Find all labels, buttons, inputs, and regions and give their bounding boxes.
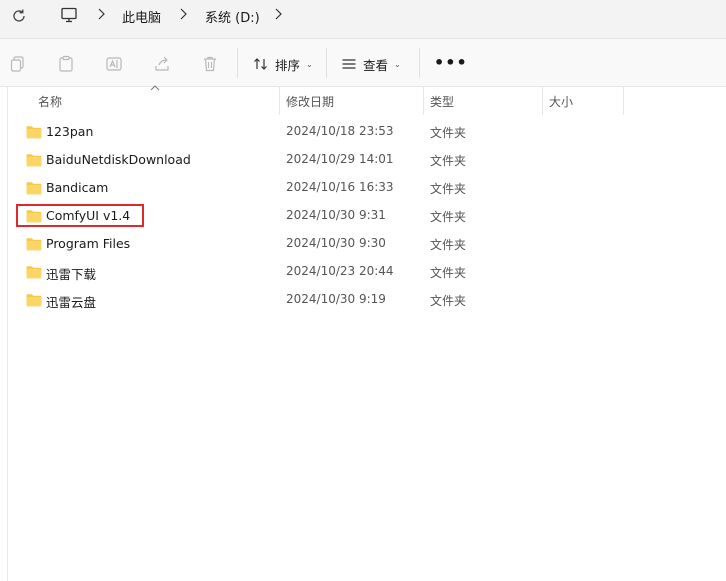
view-button[interactable]: 查看 ⌄ bbox=[341, 54, 401, 74]
chevron-right-icon[interactable] bbox=[178, 7, 188, 21]
sort-icon bbox=[254, 58, 267, 70]
file-name: 迅雷下载 bbox=[46, 267, 97, 282]
file-type: 文件夹 bbox=[430, 126, 467, 140]
file-row[interactable]: 迅雷云盘 2024/10/30 9:19 文件夹 bbox=[0, 286, 726, 314]
toolbar-divider bbox=[237, 48, 238, 78]
file-name: 迅雷云盘 bbox=[46, 295, 97, 310]
breadcrumb-this-pc[interactable]: 此电脑 bbox=[122, 7, 161, 26]
folder-icon bbox=[26, 266, 42, 279]
breadcrumb-drive-d[interactable]: 系统 (D:) bbox=[205, 7, 260, 26]
column-resize-handle[interactable] bbox=[542, 87, 543, 115]
delete-icon[interactable] bbox=[201, 55, 219, 73]
folder-icon bbox=[26, 154, 42, 167]
share-icon[interactable] bbox=[153, 55, 171, 73]
file-type: 文件夹 bbox=[430, 182, 467, 196]
this-pc-icon[interactable] bbox=[60, 6, 78, 24]
file-modified: 2024/10/23 20:44 bbox=[286, 264, 394, 278]
file-row[interactable]: 123pan 2024/10/18 23:53 文件夹 bbox=[0, 118, 726, 146]
folder-icon bbox=[26, 126, 42, 139]
file-type: 文件夹 bbox=[430, 154, 467, 168]
column-header-type[interactable]: 类型 bbox=[430, 93, 454, 110]
column-resize-handle[interactable] bbox=[423, 87, 424, 115]
folder-icon bbox=[26, 294, 42, 307]
chevron-down-icon: ⌄ bbox=[306, 59, 313, 69]
column-header-name[interactable]: 名称 bbox=[38, 93, 62, 110]
sort-ascending-icon bbox=[150, 85, 160, 91]
file-modified: 2024/10/30 9:19 bbox=[286, 292, 386, 306]
toolbar-divider bbox=[326, 48, 327, 78]
refresh-icon[interactable] bbox=[10, 7, 28, 25]
sort-button[interactable]: 排序 ⌄ bbox=[253, 54, 313, 74]
toolbar-divider bbox=[419, 48, 420, 78]
address-bar: 此电脑 系统 (D:) bbox=[0, 0, 726, 39]
file-type: 文件夹 bbox=[430, 238, 467, 252]
file-type: 文件夹 bbox=[430, 210, 467, 224]
file-type: 文件夹 bbox=[430, 266, 467, 280]
file-row[interactable]: Bandicam 2024/10/16 16:33 文件夹 bbox=[0, 174, 726, 202]
more-options-button[interactable]: ••• bbox=[434, 53, 468, 72]
file-name: 123pan bbox=[46, 124, 94, 139]
chevron-right-icon[interactable] bbox=[273, 7, 283, 21]
file-row[interactable]: Program Files 2024/10/30 9:30 文件夹 bbox=[0, 230, 726, 258]
file-row[interactable]: BaiduNetdiskDownload 2024/10/29 14:01 文件… bbox=[0, 146, 726, 174]
paste-icon[interactable] bbox=[57, 55, 75, 73]
chevron-right-icon[interactable] bbox=[96, 7, 106, 21]
file-name: BaiduNetdiskDownload bbox=[46, 152, 191, 167]
copy-icon[interactable] bbox=[9, 55, 27, 73]
file-modified: 2024/10/18 23:53 bbox=[286, 124, 394, 138]
file-modified: 2024/10/30 9:31 bbox=[286, 208, 386, 222]
folder-icon bbox=[26, 182, 42, 195]
file-row[interactable]: 迅雷下载 2024/10/23 20:44 文件夹 bbox=[0, 258, 726, 286]
column-resize-handle[interactable] bbox=[279, 87, 280, 115]
highlight-annotation bbox=[16, 204, 144, 227]
sort-label: 排序 bbox=[275, 57, 301, 73]
command-bar: 排序 ⌄ 查看 ⌄ ••• bbox=[0, 39, 726, 87]
column-resize-handle[interactable] bbox=[623, 87, 624, 115]
file-name: Bandicam bbox=[46, 180, 109, 195]
rename-icon[interactable] bbox=[105, 55, 123, 73]
view-label: 查看 bbox=[363, 57, 389, 73]
file-type: 文件夹 bbox=[430, 294, 467, 308]
column-header-modified[interactable]: 修改日期 bbox=[286, 93, 334, 110]
file-modified: 2024/10/30 9:30 bbox=[286, 236, 386, 250]
column-headers: 名称 修改日期 类型 大小 bbox=[0, 85, 726, 115]
chevron-down-icon: ⌄ bbox=[394, 59, 401, 69]
column-header-size[interactable]: 大小 bbox=[549, 93, 573, 110]
folder-icon bbox=[26, 238, 42, 251]
file-modified: 2024/10/16 16:33 bbox=[286, 180, 394, 194]
file-modified: 2024/10/29 14:01 bbox=[286, 152, 394, 166]
view-icon bbox=[342, 59, 356, 69]
file-name: Program Files bbox=[46, 236, 131, 251]
